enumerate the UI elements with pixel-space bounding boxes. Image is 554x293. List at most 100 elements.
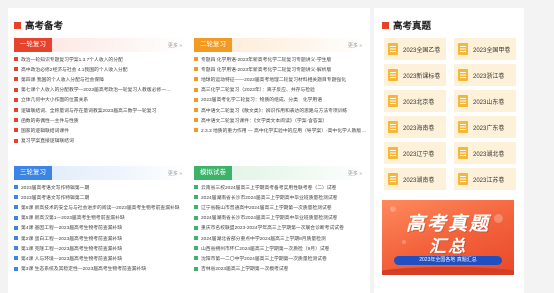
list-item[interactable]: 高中政治必修2经济与社会 4.1我国的个人收入分配: [14, 64, 186, 74]
bullet-icon: [194, 77, 198, 82]
bullet-icon: [14, 77, 18, 82]
bullet-icon: [194, 195, 198, 200]
mock-exam-tab[interactable]: 模拟试卷: [194, 166, 232, 180]
list-item[interactable]: 2.3.3 地质的重力作用 — 高中化学实验中的应用（导学案）-高中化学人教版（…: [194, 125, 366, 135]
bullet-icon: [14, 57, 18, 62]
bullet-icon: [14, 67, 18, 72]
exam-prep-header: 高考备考: [14, 16, 63, 34]
bullet-icon: [194, 97, 198, 102]
list-item[interactable]: 2023届高考语文写作特辑第二期: [14, 192, 186, 202]
past-exams-banner[interactable]: 高考真题 汇总 2023年全国各地 真题汇总: [382, 200, 514, 275]
exam-tile[interactable]: 2023北京卷: [384, 90, 446, 112]
list-item[interactable]: 第1课 克隆工程—2023届高考生物考前查漏补缺: [14, 243, 186, 253]
list-item[interactable]: 政治一轮知识专题复习学案1.3.7个人收入的分配: [14, 54, 186, 64]
list-item[interactable]: 2024届湖南省长沙市2024届高三上学期高中毕业班质量检测试卷: [194, 213, 366, 223]
list-item[interactable]: 第6课 新高技术的安全与与社会进步的阅读—2023届高考生物考前查漏补缺: [14, 202, 186, 212]
list-item[interactable]: 高中语文二轮复习《散文类》：辨识作用和表达的思路与方法专项训练: [194, 105, 366, 115]
list-item[interactable]: 2023届高考化学二轮复习：物质的组成、分类 化学用语: [194, 95, 366, 105]
third-review-card: 三轮复习 更多 » 2023届高考语文写作特辑第一期 2023届高考语文写作特辑…: [14, 166, 186, 274]
document-icon: [458, 95, 468, 107]
first-review-tab[interactable]: 一轮复习: [14, 38, 52, 52]
exam-tile[interactable]: 2023新课标卷: [384, 64, 446, 86]
list-item[interactable]: 2024届湖北省部分重点中学2024届高三上学期8月质量检测: [194, 233, 366, 243]
first-review-more-link[interactable]: 更多 »: [168, 42, 182, 49]
first-review-header: 一轮复习 更多 »: [14, 38, 186, 52]
list-item[interactable]: 复习学案直接逻辑联结词: [14, 136, 186, 146]
exam-tile[interactable]: 2023海南卷: [384, 116, 446, 138]
list-item[interactable]: 逻辑联结词、全称量词与存在量词教案2023届高三数学一轮复习: [14, 105, 186, 115]
list-item[interactable]: 2024届湖南省长沙市2024届高三上学期高中毕业班质量检测试卷: [194, 192, 366, 202]
third-review-more-link[interactable]: 更多 »: [168, 170, 182, 177]
list-item[interactable]: 辽宁省鞍山市普通高中2024届高三上学期第一次质量检测试卷: [194, 202, 366, 212]
section-marker-icon: [382, 21, 389, 29]
past-exams-header: 高考真题: [382, 16, 431, 34]
document-icon: [388, 69, 398, 81]
bullet-icon: [194, 246, 198, 251]
page-right-gutter: [548, 8, 554, 293]
exam-tile[interactable]: 2023广东卷: [454, 116, 516, 138]
exam-tile[interactable]: 2023湖北卷: [454, 142, 516, 164]
list-item[interactable]: 2023届高考语文写作特辑第一期: [14, 182, 186, 192]
list-item[interactable]: 云南省三校2024届高三上学期高考备考实用性联考卷（二）试卷: [194, 182, 366, 192]
bullet-icon: [194, 185, 198, 190]
document-icon: [458, 43, 468, 55]
bullet-icon: [14, 108, 18, 113]
document-icon: [458, 147, 468, 159]
third-review-list: 2023届高考语文写作特辑第一期 2023届高考语文写作特辑第二期 第6课 新高…: [14, 182, 186, 274]
bullet-icon: [194, 215, 198, 220]
list-item[interactable]: 山西省朔州市怀仁2024届高三上学期第一次质检（9月）试卷: [194, 243, 366, 253]
document-icon: [388, 147, 398, 159]
list-item[interactable]: 第4课 人与环境—2023届高考生物考前查漏补缺: [14, 253, 186, 263]
second-review-more-link[interactable]: 更多 »: [348, 42, 362, 49]
list-item[interactable]: 第2课 蛋白工程—2023届高考生物考前查漏补缺: [14, 233, 186, 243]
mock-exam-header: 模拟试卷 更多 »: [194, 166, 366, 180]
list-item[interactable]: 第七课个人收入的分配教学—2023届高考政治一轮复习人教版必修一…: [14, 85, 186, 95]
list-item[interactable]: 函数的奇偶性—主件与性质: [14, 115, 186, 125]
list-item[interactable]: 地球的运动特征——2023届高考地理二轮复习材料相关题目专题强化: [194, 74, 366, 84]
bullet-icon: [194, 67, 198, 72]
second-review-tab[interactable]: 二轮复习: [194, 38, 232, 52]
list-item[interactable]: 国家的逻辑联结词课件: [14, 125, 186, 135]
list-item[interactable]: 高中语文二轮复习课件：《文学类文本阅读》（学案-含答案）: [194, 115, 366, 125]
list-item[interactable]: 专题四 化学用语-2023年新高考化学二轮复习专题讲义-学生版: [194, 54, 366, 64]
exam-tile[interactable]: 2023辽宁卷: [384, 142, 446, 164]
bullet-icon: [194, 108, 198, 113]
bullet-icon: [194, 266, 198, 271]
bullet-icon: [14, 195, 18, 200]
bullet-icon: [194, 205, 198, 210]
exam-tile[interactable]: 2023山东卷: [454, 90, 516, 112]
list-item[interactable]: 立体几何中大小作面的位置关系: [14, 95, 186, 105]
first-review-card: 一轮复习 更多 » 政治一轮知识专题复习学案1.3.7个人收入的分配 高中政治必…: [14, 38, 186, 146]
second-review-list: 专题四 化学用语-2023年新高考化学二轮复习专题讲义-学生版 专题四 化学用语…: [194, 54, 366, 136]
bullet-icon: [194, 225, 198, 230]
third-review-tab[interactable]: 三轮复习: [14, 166, 52, 180]
bullet-icon: [14, 266, 18, 271]
banner-caption: 2023年全国各地 真题汇总: [394, 256, 502, 265]
exam-tile[interactable]: 2023全国乙卷: [384, 38, 446, 60]
bullet-icon: [194, 236, 198, 241]
list-item[interactable]: 第4课 基因工程—2023届高考生物考前查漏补缺: [14, 223, 186, 233]
second-review-header: 二轮复习 更多 »: [194, 38, 366, 52]
document-icon: [458, 121, 468, 133]
document-icon: [388, 173, 398, 185]
exam-tile[interactable]: 2023全国甲卷: [454, 38, 516, 60]
exam-prep-title: 高考备考: [25, 21, 64, 32]
list-item[interactable]: 沈阳市第一二〇中学2024届高三上学期第一次质量检测试卷: [194, 253, 366, 263]
exam-tile[interactable]: 2023湖南卷: [384, 168, 446, 190]
bullet-icon: [14, 185, 18, 190]
exam-tile[interactable]: 2023江苏卷: [454, 168, 516, 190]
list-item[interactable]: 第5课 新高汉第1—2023届高考生物考前查漏补缺: [14, 213, 186, 223]
list-item[interactable]: 专题四 化学用语-2023年新高考化学二轮复习专题讲义-解析版: [194, 64, 366, 74]
exam-tile[interactable]: 2023浙江卷: [454, 64, 516, 86]
list-item[interactable]: 重庆市名校联盟2023-2024学年高三上学期第一次联合诊断考试试卷: [194, 223, 366, 233]
bullet-icon: [14, 246, 18, 251]
list-item[interactable]: 第四课 我国的个人收入分配与社会保障: [14, 74, 186, 84]
list-item[interactable]: 吉林省2023届高三上学期第一次模考试卷: [194, 264, 366, 274]
list-item[interactable]: 第3课 生态系统及其稳定性—2023届高考生物考前查漏补缺: [14, 264, 186, 274]
list-item[interactable]: 高三化学二轮复习（2023年）：离子反应、共存与检验: [194, 85, 366, 95]
mock-exam-more-link[interactable]: 更多 »: [348, 170, 362, 177]
banner-wave: [382, 267, 514, 275]
bullet-icon: [14, 97, 18, 102]
document-icon: [388, 121, 398, 133]
bullet-icon: [194, 57, 198, 62]
